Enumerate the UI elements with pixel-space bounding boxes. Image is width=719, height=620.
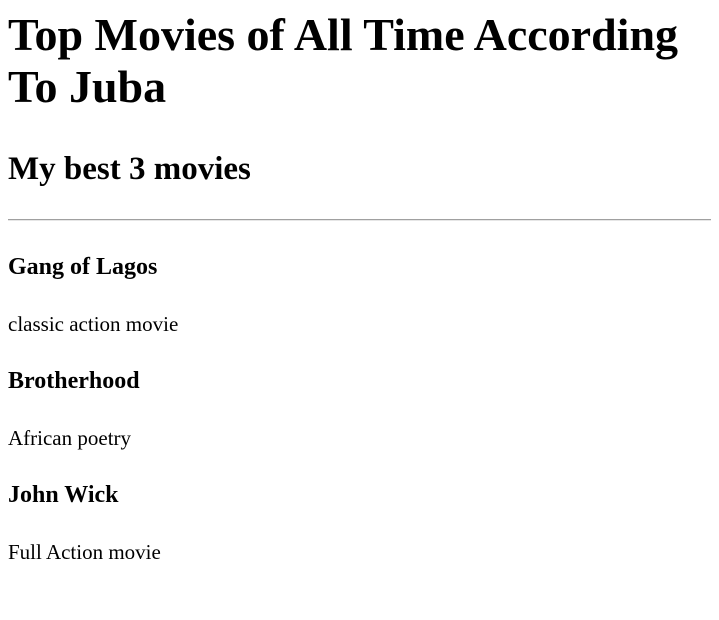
movie-list: Gang of Lagos classic action movie Broth… — [8, 253, 711, 564]
movie-description: classic action movie — [8, 312, 179, 336]
movie-title: Gang of Lagos — [8, 254, 158, 280]
movie-title: Brotherhood — [8, 368, 140, 394]
divider — [8, 219, 711, 221]
movie-description: African poetry — [8, 426, 132, 450]
page-title: Top Movies of All Time According To Juba — [8, 9, 679, 112]
movie-item: Gang of Lagos classic action movie — [8, 253, 711, 336]
movie-description: Full Action movie — [8, 540, 161, 564]
movie-title: John Wick — [8, 482, 119, 508]
movie-item: John Wick Full Action movie — [8, 481, 711, 564]
page-subtitle: My best 3 movies — [8, 151, 251, 187]
movie-item: Brotherhood African poetry — [8, 367, 711, 450]
page: Top Movies of All Time According To Juba… — [0, 9, 719, 564]
